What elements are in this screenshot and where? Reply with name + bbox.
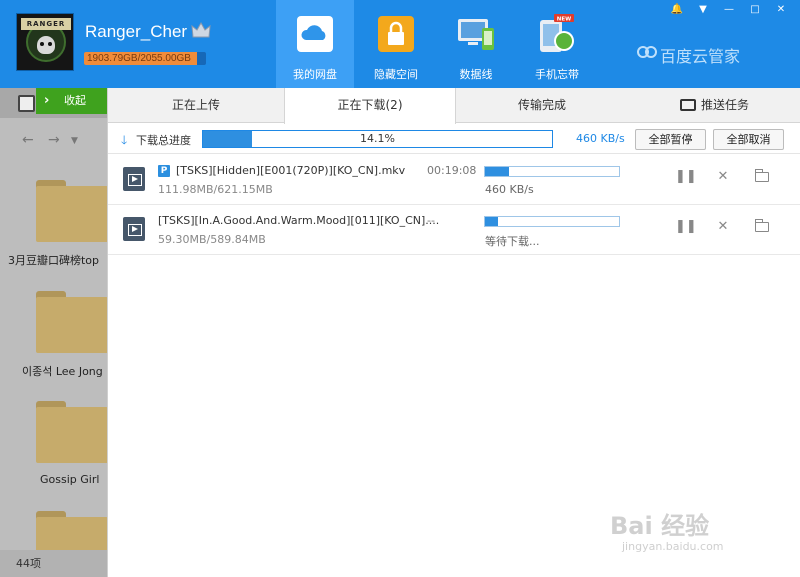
download-progress-bar [484,216,620,227]
baidu-jingyan-watermark: Bai 经验 jingyan.baidu.com [610,488,790,568]
download-row[interactable]: [TSKS][In.A.Good.And.Warm.Mood][011][KO_… [108,205,800,255]
open-folder-icon[interactable] [755,219,771,235]
nav-label: 我的网盘 [293,68,337,81]
nav-phone-forgot[interactable]: NEW 手机忘带 [518,0,596,88]
video-file-icon [123,167,145,191]
download-status: 等待下载... [485,235,540,248]
cancel-icon[interactable]: ✕ [715,219,731,235]
download-progress-fill [485,217,499,226]
tab-completed[interactable]: 传输完成 [456,88,628,123]
tab-downloading[interactable]: 正在下载(2) [284,88,456,124]
download-time-remaining: -- [427,214,435,227]
cancel-all-button[interactable]: 全部取消 [713,129,784,150]
download-speed: 460 KB/s [485,183,534,196]
item-count: 44项 [0,550,107,577]
folder-icon[interactable] [36,401,107,463]
collapse-label: 收起 [64,94,86,107]
phone-sync-icon: NEW [540,14,574,52]
p-badge: P [158,165,170,177]
history-dropdown-icon[interactable]: ▼ [71,136,78,146]
total-progress-bar: 14.1% [202,130,553,148]
new-badge: NEW [557,17,571,23]
app-window: RANGER Ranger_Cher 1903.79GB/2055.00GB 我… [0,0,800,577]
baidu-cloud-logo-icon [637,46,657,58]
notification-icon[interactable]: 🔔 [668,3,686,17]
folder-name[interactable]: 3月豆瓣口碑榜top [0,252,107,268]
pause-icon[interactable]: ❚❚ [675,219,697,235]
transfer-tabs: 正在上传 正在下载(2) 传输完成 推送任务 [108,88,800,124]
pause-icon[interactable]: ❚❚ [675,169,697,185]
folder-icon[interactable] [36,180,107,242]
pause-all-button[interactable]: 全部暂停 [635,129,706,150]
download-progress-bar [484,166,620,177]
maximize-icon[interactable]: □ [746,3,764,17]
watermark-url: jingyan.baidu.com [622,540,724,553]
folder-name[interactable]: Gossip Girl [0,473,107,486]
total-progress-label: 下载总进度 [136,134,191,147]
forward-arrow-icon[interactable]: → [48,132,60,148]
username[interactable]: Ranger_Cher [85,22,187,42]
avatar-text: RANGER [21,18,71,30]
nav-arrows: ← → ▼ [0,128,107,154]
download-row[interactable]: P [TSKS][Hidden][E001(720P)][KO_CN].mkv … [108,155,800,205]
devices-icon [458,19,494,50]
folder-name[interactable]: 이종석 Lee Jong [0,363,107,379]
cancel-icon[interactable]: ✕ [715,169,731,185]
brand-name: 百度云管家 [660,47,741,66]
download-arrow-icon: 🡓 [121,133,128,147]
total-progress-percent: 14.1% [360,132,395,145]
nav-label: 手机忘带 [535,68,579,81]
avatar[interactable]: RANGER [16,13,74,71]
crown-icon [191,22,211,38]
close-icon[interactable]: ✕ [772,3,790,17]
nav-label: 数据线 [459,68,493,81]
download-size: 111.98MB/621.15MB [158,183,273,196]
dropdown-menu-icon[interactable]: ▼ [694,3,712,17]
total-progress-row: 🡓 下载总进度 14.1% 460 KB/s 全部暂停 全部取消 [108,124,800,154]
download-progress-fill [485,167,510,176]
back-arrow-icon[interactable]: ← [22,132,34,148]
folder-icon[interactable] [36,291,107,353]
download-time-remaining: 00:19:08 [427,164,477,177]
left-panel: › 收起 ← → ▼ 3月豆瓣口碑榜top 이종석 Lee Jong Gossi… [0,88,107,577]
total-speed: 460 KB/s [576,132,625,145]
nav-my-netdisk[interactable]: 我的网盘 [276,0,354,88]
push-icon [679,99,696,111]
quota-text: 1903.79GB/2055.00GB [87,53,191,64]
open-folder-icon[interactable] [755,169,771,185]
upload-icon[interactable] [18,95,35,112]
nav-data-cable[interactable]: 数据线 [437,0,515,88]
collapse-button[interactable]: › 收起 [36,88,107,114]
lock-icon [378,16,414,52]
nav-label: 隐藏空间 [374,68,418,81]
quota-bar: 1903.79GB/2055.00GB [84,52,206,65]
left-toolbar: › 收起 [0,88,107,118]
tab-push-label: 推送任务 [700,98,749,112]
download-size: 59.30MB/589.84MB [158,233,266,246]
download-filename: [TSKS][Hidden][E001(720P)][KO_CN].mkv [176,164,406,177]
watermark-text: Bai 经验 [610,512,710,540]
download-filename: [TSKS][In.A.Good.And.Warm.Mood][011][KO_… [158,214,440,227]
cloud-icon [297,16,333,52]
chevron-right-icon: › [44,93,50,108]
minimize-icon[interactable]: — [720,3,738,17]
tab-uploading[interactable]: 正在上传 [108,88,284,123]
tab-push-tasks[interactable]: 推送任务 [628,88,800,123]
nav-hidden-space[interactable]: 隐藏空间 [357,0,435,88]
video-file-icon [123,217,145,241]
header-bar: RANGER Ranger_Cher 1903.79GB/2055.00GB 我… [0,0,800,88]
